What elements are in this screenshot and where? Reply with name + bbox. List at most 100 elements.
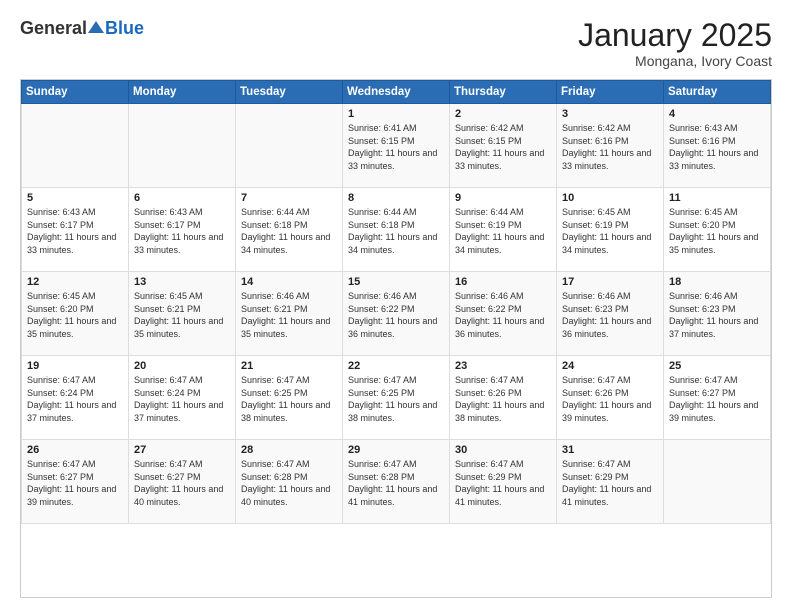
table-row: 21 Sunrise: 6:47 AM Sunset: 6:25 PM Dayli…: [236, 356, 343, 440]
table-row: 24Sunrise: 6:47 AM Sunset: 6:26 PM Dayli…: [557, 356, 664, 440]
table-row: 26 Sunrise: 6:47 AM Sunset: 6:27 PM Dayli…: [22, 440, 129, 524]
day-number: 18: [669, 276, 765, 288]
table-row: 30Sunrise: 6:47 AM Sunset: 6:29 PM Dayli…: [450, 440, 557, 524]
day-info: Sunrise: 6:45 AM Sunset: 6:20 PM Dayligh…: [669, 206, 765, 256]
table-row: 22Sunrise: 6:47 AM Sunset: 6:25 PM Dayli…: [343, 356, 450, 440]
day-info: Sunrise: 6:47 AM Sunset: 6:27 PM Dayligh…: [669, 374, 765, 424]
day-number: 28: [241, 444, 337, 456]
day-number: 13: [134, 276, 230, 288]
col-saturday: Saturday: [664, 81, 771, 104]
day-number: 1: [348, 108, 444, 120]
table-row: 10 Sunrise: 6:45 AM Sunset: 6:19 PM Dayli…: [557, 188, 664, 272]
calendar-table: Sunday Monday Tuesday Wednesday Thursday…: [21, 80, 771, 524]
day-info: Sunrise: 6:45 AM Sunset: 6:19 PM Dayligh…: [562, 206, 658, 256]
logo: General Blue: [20, 18, 144, 39]
day-number: 24: [562, 360, 658, 372]
table-row: 9 Sunrise: 6:44 AM Sunset: 6:19 PM Daylig…: [450, 188, 557, 272]
col-sunday: Sunday: [22, 81, 129, 104]
day-number: 7: [241, 192, 337, 204]
table-row: 8 Sunrise: 6:44 AM Sunset: 6:18 PM Daylig…: [343, 188, 450, 272]
day-info: Sunrise: 6:47 AM Sunset: 6:27 PM Dayligh…: [27, 458, 123, 508]
day-number: 2: [455, 108, 551, 120]
table-row: 17Sunrise: 6:46 AM Sunset: 6:23 PM Dayli…: [557, 272, 664, 356]
day-info: Sunrise: 6:41 AM Sunset: 6:15 PM Dayligh…: [348, 122, 444, 172]
subtitle: Mongana, Ivory Coast: [578, 53, 772, 69]
logo-blue: Blue: [105, 18, 144, 39]
table-row: 31 Sunrise: 6:47 AM Sunset: 6:29 PM Dayli…: [557, 440, 664, 524]
day-info: Sunrise: 6:47 AM Sunset: 6:26 PM Dayligh…: [455, 374, 551, 424]
day-info: Sunrise: 6:43 AM Sunset: 6:17 PM Dayligh…: [27, 206, 123, 256]
day-info: Sunrise: 6:47 AM Sunset: 6:25 PM Dayligh…: [348, 374, 444, 424]
table-row: 19 Sunrise: 6:47 AM Sunset: 6:24 PM Dayli…: [22, 356, 129, 440]
day-number: 4: [669, 108, 765, 120]
day-info: Sunrise: 6:44 AM Sunset: 6:18 PM Dayligh…: [241, 206, 337, 256]
table-row: 1 Sunrise: 6:41 AM Sunset: 6:15 PM Daylig…: [343, 104, 450, 188]
col-wednesday: Wednesday: [343, 81, 450, 104]
day-info: Sunrise: 6:45 AM Sunset: 6:21 PM Dayligh…: [134, 290, 230, 340]
day-number: 14: [241, 276, 337, 288]
day-number: 8: [348, 192, 444, 204]
calendar-body: 1 Sunrise: 6:41 AM Sunset: 6:15 PM Daylig…: [22, 104, 771, 524]
table-row: 15 Sunrise: 6:46 AM Sunset: 6:22 PM Dayli…: [343, 272, 450, 356]
day-number: 10: [562, 192, 658, 204]
table-row: 25 Sunrise: 6:47 AM Sunset: 6:27 PM Dayli…: [664, 356, 771, 440]
day-info: Sunrise: 6:46 AM Sunset: 6:22 PM Dayligh…: [455, 290, 551, 340]
day-number: 21: [241, 360, 337, 372]
table-row: 18Sunrise: 6:46 AM Sunset: 6:23 PM Dayli…: [664, 272, 771, 356]
header: General Blue January 2025 Mongana, Ivory…: [20, 18, 772, 69]
col-friday: Friday: [557, 81, 664, 104]
table-row: 4 Sunrise: 6:43 AM Sunset: 6:16 PM Daylig…: [664, 104, 771, 188]
day-number: 31: [562, 444, 658, 456]
day-info: Sunrise: 6:47 AM Sunset: 6:25 PM Dayligh…: [241, 374, 337, 424]
day-number: 27: [134, 444, 230, 456]
day-info: Sunrise: 6:42 AM Sunset: 6:15 PM Dayligh…: [455, 122, 551, 172]
logo-general: General: [20, 18, 87, 39]
table-row: 14Sunrise: 6:46 AM Sunset: 6:21 PM Dayli…: [236, 272, 343, 356]
day-info: Sunrise: 6:44 AM Sunset: 6:18 PM Dayligh…: [348, 206, 444, 256]
month-title: January 2025: [578, 18, 772, 53]
day-number: 26: [27, 444, 123, 456]
day-info: Sunrise: 6:47 AM Sunset: 6:28 PM Dayligh…: [348, 458, 444, 508]
title-area: January 2025 Mongana, Ivory Coast: [578, 18, 772, 69]
day-info: Sunrise: 6:47 AM Sunset: 6:29 PM Dayligh…: [562, 458, 658, 508]
day-number: 6: [134, 192, 230, 204]
table-row: 7 Sunrise: 6:44 AM Sunset: 6:18 PM Daylig…: [236, 188, 343, 272]
day-number: 25: [669, 360, 765, 372]
col-thursday: Thursday: [450, 81, 557, 104]
day-number: 12: [27, 276, 123, 288]
day-info: Sunrise: 6:43 AM Sunset: 6:16 PM Dayligh…: [669, 122, 765, 172]
table-row: 29Sunrise: 6:47 AM Sunset: 6:28 PM Dayli…: [343, 440, 450, 524]
day-info: Sunrise: 6:47 AM Sunset: 6:28 PM Dayligh…: [241, 458, 337, 508]
day-number: 3: [562, 108, 658, 120]
day-info: Sunrise: 6:44 AM Sunset: 6:19 PM Dayligh…: [455, 206, 551, 256]
day-number: 9: [455, 192, 551, 204]
table-row: [22, 104, 129, 188]
day-info: Sunrise: 6:47 AM Sunset: 6:27 PM Dayligh…: [134, 458, 230, 508]
day-number: 11: [669, 192, 765, 204]
table-row: 23Sunrise: 6:47 AM Sunset: 6:26 PM Dayli…: [450, 356, 557, 440]
table-row: [129, 104, 236, 188]
day-info: Sunrise: 6:47 AM Sunset: 6:24 PM Dayligh…: [27, 374, 123, 424]
day-number: 30: [455, 444, 551, 456]
table-row: 27 Sunrise: 6:47 AM Sunset: 6:27 PM Dayli…: [129, 440, 236, 524]
table-row: 5Sunrise: 6:43 AM Sunset: 6:17 PM Daylig…: [22, 188, 129, 272]
day-number: 15: [348, 276, 444, 288]
day-number: 16: [455, 276, 551, 288]
table-row: 11 Sunrise: 6:45 AM Sunset: 6:20 PM Dayli…: [664, 188, 771, 272]
table-row: [664, 440, 771, 524]
day-info: Sunrise: 6:46 AM Sunset: 6:22 PM Dayligh…: [348, 290, 444, 340]
calendar-header: Sunday Monday Tuesday Wednesday Thursday…: [22, 81, 771, 104]
page: General Blue January 2025 Mongana, Ivory…: [0, 0, 792, 612]
day-info: Sunrise: 6:46 AM Sunset: 6:23 PM Dayligh…: [562, 290, 658, 340]
table-row: 28 Sunrise: 6:47 AM Sunset: 6:28 PM Dayli…: [236, 440, 343, 524]
day-info: Sunrise: 6:43 AM Sunset: 6:17 PM Dayligh…: [134, 206, 230, 256]
day-number: 20: [134, 360, 230, 372]
day-info: Sunrise: 6:42 AM Sunset: 6:16 PM Dayligh…: [562, 122, 658, 172]
table-row: 20Sunrise: 6:47 AM Sunset: 6:24 PM Dayli…: [129, 356, 236, 440]
table-row: 12Sunrise: 6:45 AM Sunset: 6:20 PM Dayli…: [22, 272, 129, 356]
col-tuesday: Tuesday: [236, 81, 343, 104]
logo-icon: [87, 18, 105, 39]
table-row: 3 Sunrise: 6:42 AM Sunset: 6:16 PM Daylig…: [557, 104, 664, 188]
table-row: 13 Sunrise: 6:45 AM Sunset: 6:21 PM Dayli…: [129, 272, 236, 356]
day-number: 19: [27, 360, 123, 372]
